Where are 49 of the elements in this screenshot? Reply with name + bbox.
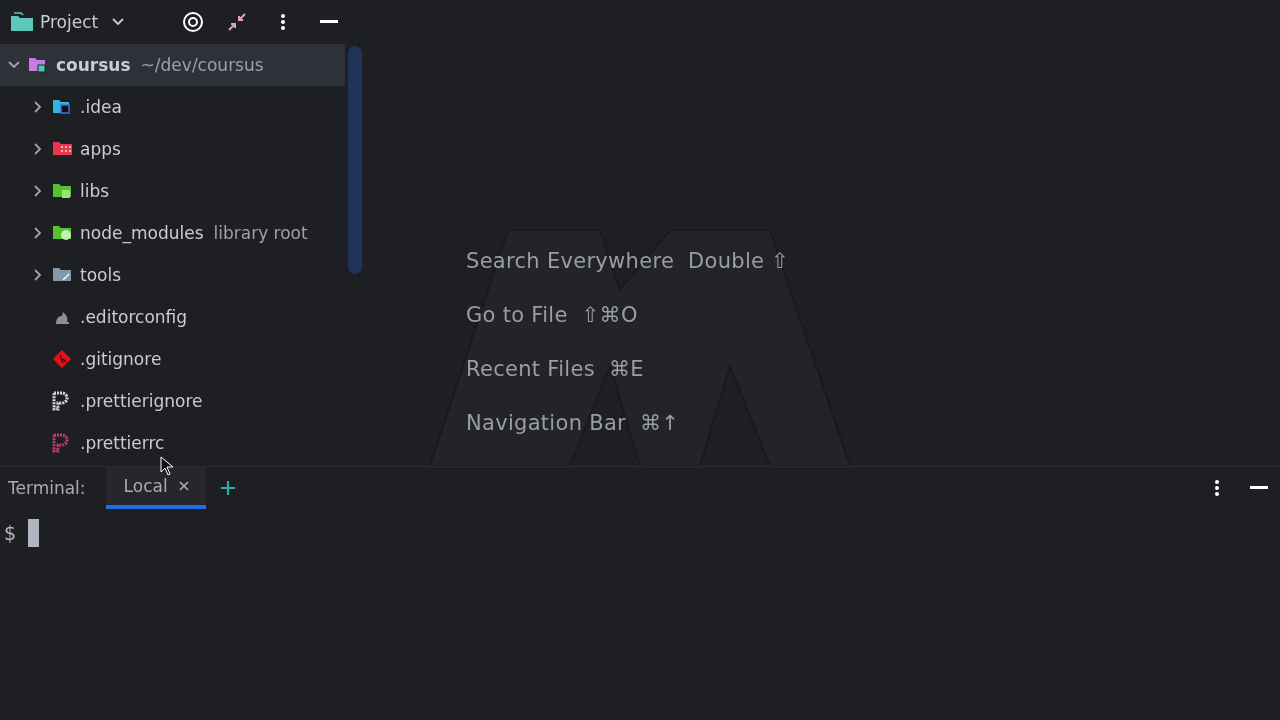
- item-label: coursus: [56, 55, 131, 75]
- shortcut-text: Double ⇧: [688, 249, 790, 273]
- tree-item[interactable]: .idea: [0, 86, 345, 128]
- more-icon[interactable]: [1214, 479, 1220, 497]
- text-cursor: [28, 519, 40, 547]
- folder-icon: [52, 181, 74, 201]
- tree-item[interactable]: libs: [0, 170, 345, 212]
- item-label: .prettierignore: [80, 391, 203, 411]
- prompt-text: $: [4, 522, 17, 544]
- item-label: apps: [80, 139, 121, 159]
- item-label: tools: [80, 265, 122, 285]
- tree-item[interactable]: .gitignore: [0, 338, 345, 380]
- hint-action: Recent Files: [466, 357, 595, 381]
- item-label: .idea: [80, 97, 122, 117]
- tree-item[interactable]: .editorconfig: [0, 296, 345, 338]
- tree-item[interactable]: .prettierrc: [0, 422, 345, 464]
- shortcut-text: ⌘↑: [640, 411, 680, 435]
- item-label: node_modules: [80, 223, 204, 243]
- hint-action: Navigation Bar: [466, 411, 627, 435]
- hint-action: Search Everywhere: [466, 249, 675, 273]
- tree-item[interactable]: node_modules library root: [0, 212, 345, 254]
- item-label: .editorconfig: [80, 307, 188, 327]
- item-detail: ~/dev/coursus: [140, 55, 264, 75]
- tree-item[interactable]: .prettierignore: [0, 380, 345, 422]
- more-icon[interactable]: [280, 13, 286, 31]
- panel-title[interactable]: Project: [40, 12, 99, 32]
- file-icon: [52, 349, 74, 369]
- shortcut-text: ⇧⌘O: [581, 303, 638, 327]
- tree-item[interactable]: coursus ~/dev/coursus: [0, 44, 345, 86]
- hint-action: Go to File: [466, 303, 568, 327]
- scrollbar[interactable]: [348, 46, 362, 274]
- shortcut-text: ⌘E: [608, 357, 644, 381]
- item-label: .prettierrc: [80, 433, 165, 453]
- folder-icon: [52, 223, 74, 243]
- pointer-icon: [160, 456, 174, 476]
- add-icon[interactable]: [219, 480, 236, 496]
- terminal-label: Terminal:: [8, 478, 86, 498]
- item-detail: library root: [213, 223, 308, 243]
- minimize-icon[interactable]: [320, 20, 338, 24]
- terminal-tab[interactable]: Local: [105, 467, 206, 509]
- collapse-icon[interactable]: [226, 11, 248, 33]
- target-icon[interactable]: [182, 11, 204, 33]
- tree-item[interactable]: apps: [0, 128, 345, 170]
- close-icon[interactable]: [177, 480, 190, 492]
- item-label: libs: [80, 181, 110, 201]
- folder-icon: [10, 12, 34, 32]
- minimize-icon[interactable]: [1250, 486, 1268, 490]
- item-label: .gitignore: [80, 349, 162, 369]
- tree-item[interactable]: tools: [0, 254, 345, 296]
